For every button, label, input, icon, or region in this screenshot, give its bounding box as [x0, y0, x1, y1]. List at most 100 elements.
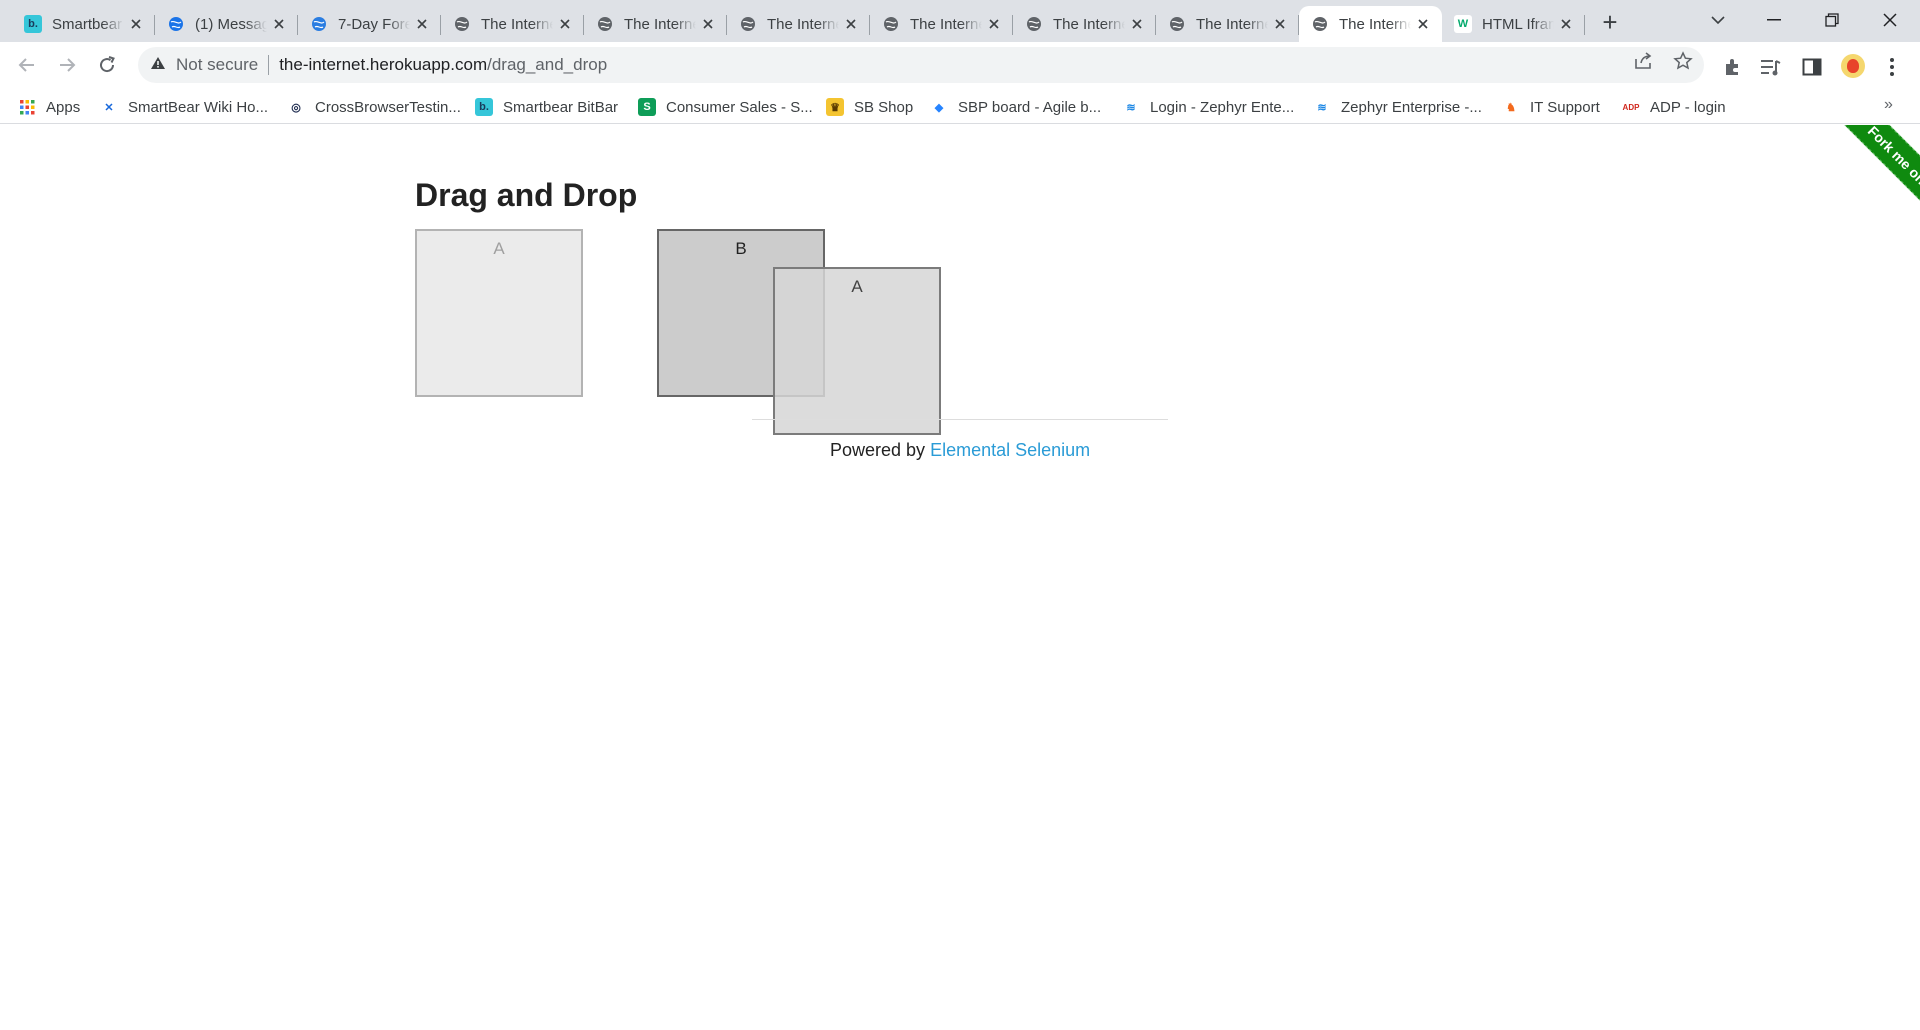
restore-button[interactable] — [1804, 0, 1860, 40]
tab-close-icon[interactable] — [842, 15, 860, 33]
tab-favicon-icon: W — [1454, 15, 1472, 33]
crossbrowsertesting-icon: ◎ — [287, 98, 305, 116]
menu-kebab-icon[interactable] — [1880, 55, 1904, 79]
browser-tab[interactable]: (1) Messages — [155, 6, 298, 42]
tab-close-icon[interactable] — [556, 15, 574, 33]
url-path: /drag_and_drop — [487, 55, 608, 74]
tab-title: Smartbear — [52, 15, 123, 33]
tab-favicon-icon — [1168, 15, 1186, 33]
tab-close-icon[interactable] — [270, 15, 288, 33]
tab-title: The Internet — [1339, 15, 1411, 33]
tab-favicon-icon: b. — [24, 15, 42, 33]
browser-tab[interactable]: The Internet — [1013, 6, 1156, 42]
browser-tab[interactable]: b. Smartbear — [12, 6, 155, 42]
back-button[interactable] — [12, 50, 42, 80]
browser-tab[interactable]: The Internet — [870, 6, 1013, 42]
bookmarks-bar: » Apps ✕ SmartBear Wiki Ho... ◎ CrossBrowser… — [0, 88, 1920, 124]
tab-title: HTML Iframe — [1482, 15, 1554, 33]
more-bookmarks-button[interactable]: » — [1884, 96, 1893, 114]
side-panel-icon[interactable] — [1800, 55, 1824, 79]
browser-tab[interactable]: The Internet — [1156, 6, 1299, 42]
tab-separator — [1584, 15, 1585, 35]
bookmark-item[interactable]: b. Smartbear BitBar — [475, 96, 618, 118]
column-a[interactable]: A — [415, 229, 583, 397]
tab-title: The Internet — [481, 15, 553, 33]
tab-title: 7-Day Forecast — [338, 15, 410, 33]
media-control-icon[interactable] — [1759, 55, 1783, 79]
bookmark-item[interactable]: Apps — [18, 96, 80, 118]
warning-icon[interactable] — [150, 56, 166, 74]
tab-close-icon[interactable] — [413, 15, 431, 33]
tab-close-icon[interactable] — [1128, 15, 1146, 33]
tab-favicon-icon — [739, 15, 757, 33]
forward-arrow-icon — [60, 58, 76, 72]
minimize-button[interactable] — [1746, 0, 1802, 40]
extensions-icon[interactable] — [1720, 55, 1744, 79]
chevron-down-icon — [1711, 16, 1725, 25]
restore-icon — [1825, 13, 1839, 27]
bookmark-item[interactable]: ADP ADP - login — [1622, 96, 1726, 118]
tab-close-icon[interactable] — [127, 15, 145, 33]
bookmark-label: CrossBrowserTestin... — [315, 98, 461, 116]
bookmark-label: Apps — [46, 98, 81, 116]
address-bar[interactable]: Not secure the-internet.herokuapp.com/dr… — [138, 47, 1704, 83]
shop-icon: ♛ — [826, 98, 844, 116]
url-text[interactable]: the-internet.herokuapp.com/drag_and_drop — [279, 55, 607, 75]
dragging-column-a[interactable]: A — [773, 267, 941, 435]
tab-favicon-icon — [596, 15, 614, 33]
new-tab-button[interactable]: + — [1596, 7, 1624, 37]
tab-close-icon[interactable] — [699, 15, 717, 33]
bookmark-item[interactable]: ✕ SmartBear Wiki Ho... — [100, 96, 268, 118]
footer-text: Powered by — [830, 440, 931, 460]
profile-avatar[interactable] — [1841, 54, 1865, 78]
reload-icon — [100, 56, 115, 73]
browser-tab[interactable]: The Internet — [584, 6, 727, 42]
back-arrow-icon — [18, 58, 34, 72]
elemental-selenium-link[interactable]: Elemental Selenium — [930, 440, 1090, 460]
avatar-icon — [1847, 59, 1859, 73]
tab-favicon-icon — [882, 15, 900, 33]
browser-tab[interactable]: The Internet — [727, 6, 870, 42]
bookmark-item[interactable]: S Consumer Sales - S... — [638, 96, 813, 118]
browser-tab[interactable]: The Internet — [441, 6, 584, 42]
bookmark-item[interactable]: ♛ SB Shop — [826, 96, 913, 118]
bookmark-item[interactable]: ◎ CrossBrowserTestin... — [287, 96, 461, 118]
page-content: Drag and Drop A B A Powered by Elemental… — [0, 125, 1920, 1030]
jira-icon: ◆ — [930, 98, 948, 116]
close-window-button[interactable] — [1862, 0, 1918, 40]
tab-favicon-icon — [453, 15, 471, 33]
share-icon[interactable] — [1632, 50, 1654, 72]
tab-title: The Internet — [910, 15, 982, 33]
bookmark-item[interactable]: ◆ SBP board - Agile b... — [930, 96, 1101, 118]
support-icon: ♞ — [1502, 98, 1520, 116]
tab-title: The Internet — [624, 15, 696, 33]
confluence-icon: ✕ — [100, 98, 118, 116]
bookmark-star-icon[interactable] — [1672, 50, 1694, 72]
tab-close-icon[interactable] — [1271, 15, 1289, 33]
bookmark-label: Zephyr Enterprise -... — [1341, 98, 1482, 116]
tab-close-icon[interactable] — [1414, 15, 1432, 33]
bookmark-label: SmartBear Wiki Ho... — [128, 98, 269, 116]
browser-tab[interactable]: The Internet — [1299, 6, 1442, 42]
url-host: the-internet.herokuapp.com — [279, 55, 488, 74]
fork-me-ribbon[interactable]: Fork me on GitHub — [1818, 125, 1920, 270]
apps-grid-icon — [18, 98, 36, 116]
adp-icon: ADP — [1622, 98, 1640, 116]
tab-title: (1) Messages — [195, 15, 267, 33]
tab-close-icon[interactable] — [1557, 15, 1575, 33]
column-a-header: A — [493, 239, 505, 258]
zephyr-icon: ≋ — [1122, 98, 1140, 116]
tab-title: The Internet — [1053, 15, 1125, 33]
forward-button[interactable] — [52, 50, 82, 80]
browser-tab[interactable]: W HTML Iframe — [1442, 6, 1585, 42]
reload-button[interactable] — [92, 50, 122, 80]
browser-tab[interactable]: 7-Day Forecast — [298, 6, 441, 42]
zephyr-icon: ≋ — [1313, 98, 1331, 116]
bookmark-item[interactable]: ≋ Zephyr Enterprise -... — [1313, 96, 1482, 118]
bookmark-item[interactable]: ♞ IT Support — [1502, 96, 1600, 118]
footer-divider — [752, 419, 1168, 420]
security-status[interactable]: Not secure — [176, 55, 258, 75]
bookmark-item[interactable]: ≋ Login - Zephyr Ente... — [1122, 96, 1294, 118]
tab-close-icon[interactable] — [985, 15, 1003, 33]
tab-search-button[interactable] — [1690, 0, 1746, 40]
